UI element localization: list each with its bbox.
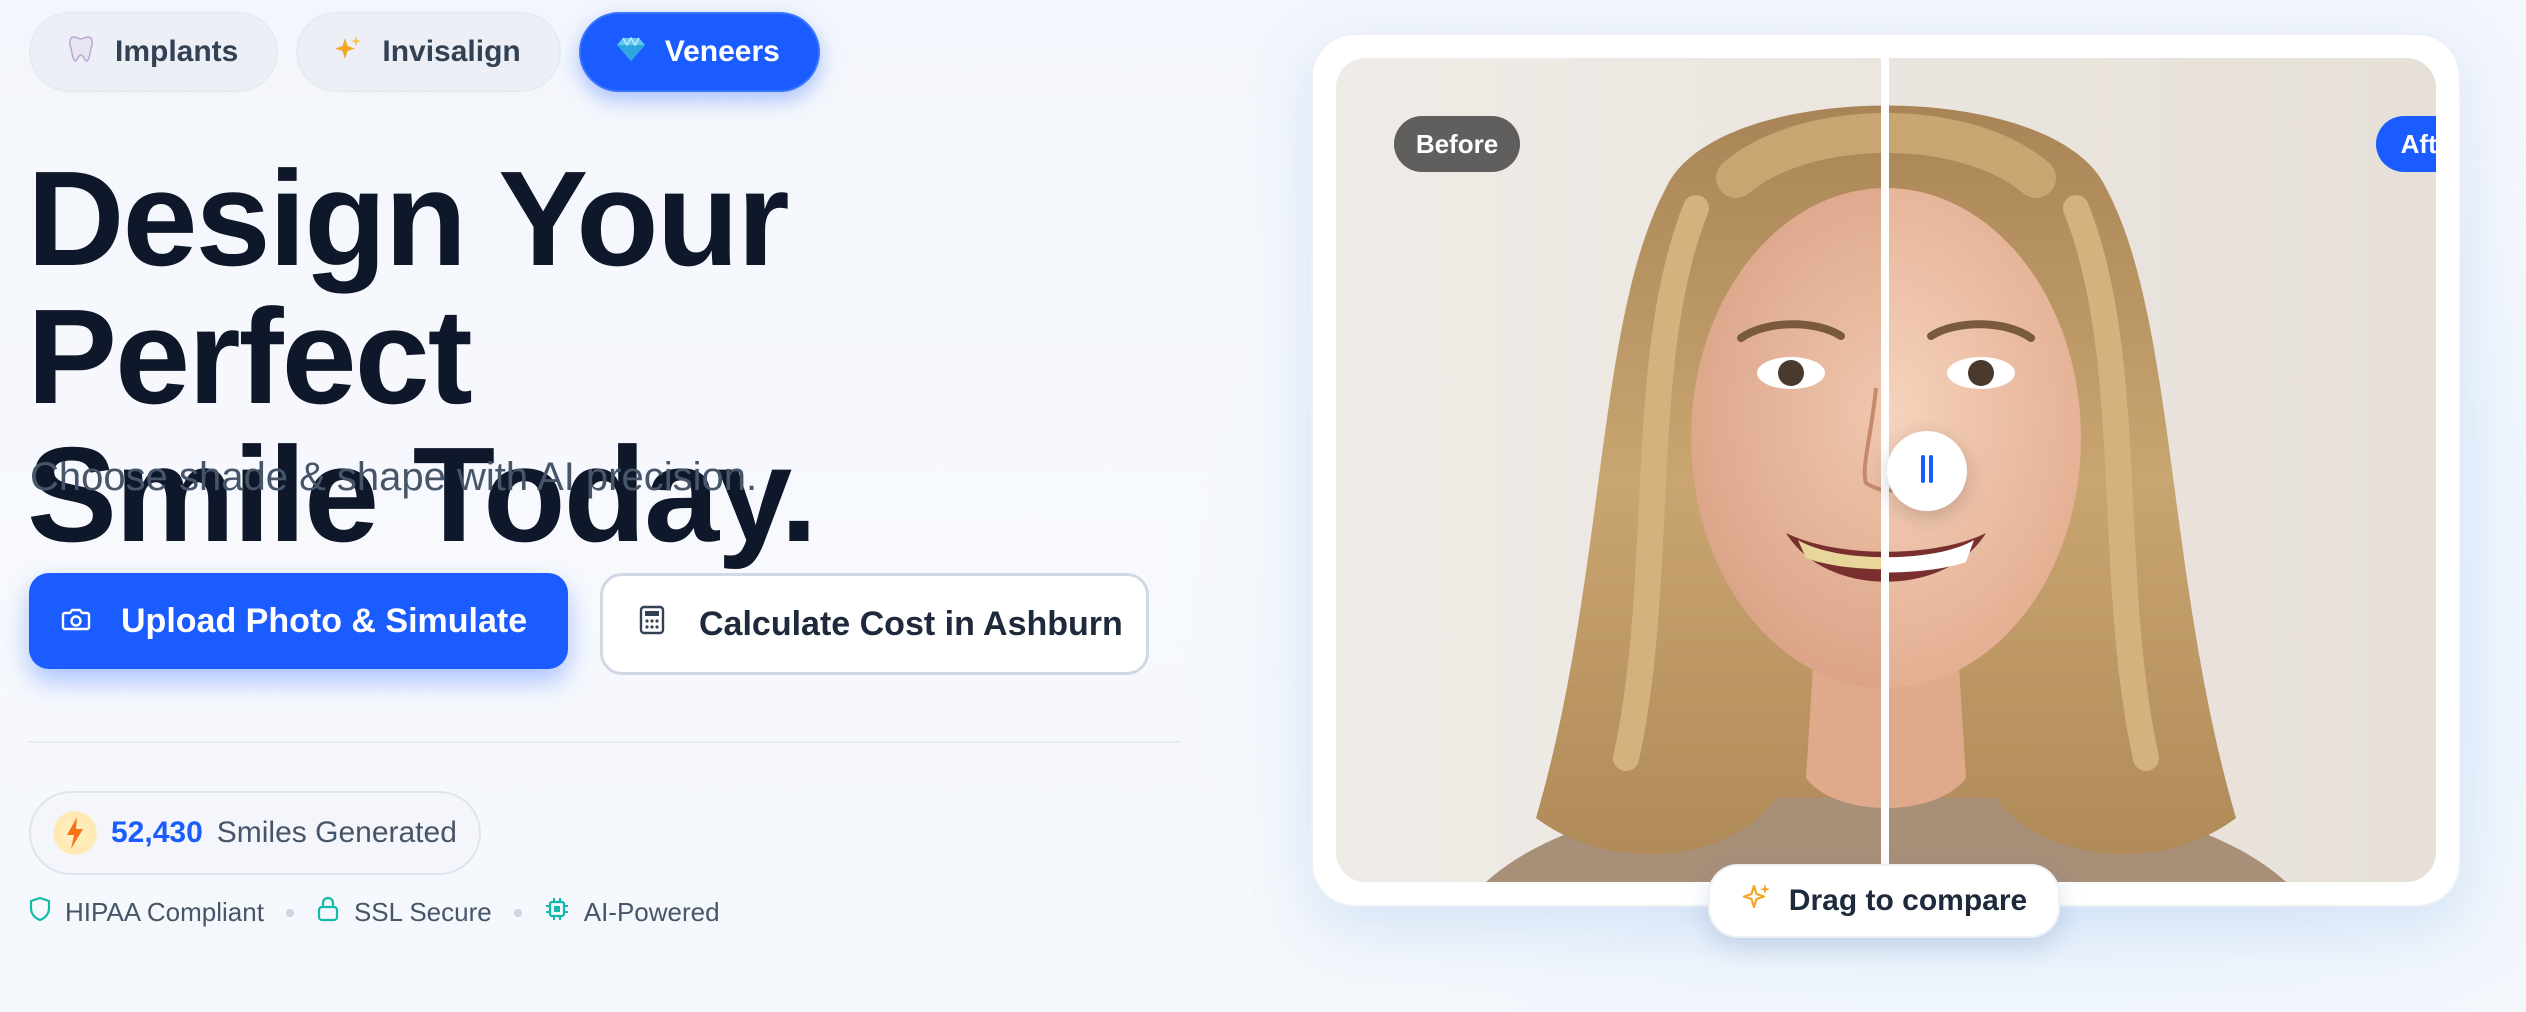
before-label: Before xyxy=(1394,116,1520,172)
trust-badges: HIPAA Compliant SSL Secure AI-Powered xyxy=(29,896,720,929)
divider xyxy=(29,741,1181,743)
subheadline: Choose shade & shape with AI precision. xyxy=(30,455,758,499)
tab-label: Invisalign xyxy=(382,35,521,68)
upload-photo-button[interactable]: Upload Photo & Simulate xyxy=(29,573,568,669)
shield-icon xyxy=(29,896,51,929)
after-label: After xyxy=(2376,116,2436,172)
trust-label: SSL Secure xyxy=(353,897,492,927)
drag-to-compare-hint: Drag to compare xyxy=(1708,864,2060,938)
bolt-icon xyxy=(53,811,97,855)
tab-veneers[interactable]: Veneers xyxy=(578,12,820,92)
tooth-icon xyxy=(65,35,97,70)
comparison-photo[interactable]: Before After xyxy=(1336,58,2436,882)
before-after-card: Before After xyxy=(1311,33,2461,907)
tab-implants[interactable]: Implants xyxy=(29,12,279,92)
tab-invisalign[interactable]: Invisalign xyxy=(296,12,561,92)
tab-label: Implants xyxy=(115,35,239,68)
drag-hint-label: Drag to compare xyxy=(1788,884,2028,917)
smiles-count: 52,430 xyxy=(111,816,203,849)
calculator-icon xyxy=(639,605,665,644)
trust-ai: AI-Powered xyxy=(544,896,720,929)
page-title: Design Your Perfect Smile Today. xyxy=(27,150,1227,564)
portrait-illustration xyxy=(1336,58,2436,882)
calculate-cost-button[interactable]: Calculate Cost in Ashburn xyxy=(600,573,1149,675)
sparkles-icon xyxy=(332,34,364,71)
separator-dot xyxy=(513,908,522,917)
trust-hipaa: HIPAA Compliant xyxy=(29,896,264,929)
trust-ssl: SSL Secure xyxy=(316,896,492,929)
upload-photo-label: Upload Photo & Simulate xyxy=(121,601,528,640)
lock-icon xyxy=(316,896,340,929)
smiles-generated-badge: 52,430 Smiles Generated xyxy=(29,791,481,875)
trust-label: HIPAA Compliant xyxy=(65,897,264,927)
drag-handle-icon xyxy=(1918,453,1936,490)
separator-dot xyxy=(285,908,294,917)
compare-slider-handle[interactable] xyxy=(1887,431,1967,511)
tab-label: Veneers xyxy=(664,35,780,68)
sparkles-icon xyxy=(1741,881,1773,921)
smiles-label: Smiles Generated xyxy=(216,816,457,849)
trust-label: AI-Powered xyxy=(583,897,720,927)
calculate-cost-label: Calculate Cost in Ashburn xyxy=(699,604,1123,643)
gem-icon xyxy=(615,35,647,69)
headline-line-1: Design Your Perfect xyxy=(27,143,790,432)
chip-icon xyxy=(544,896,570,929)
camera-icon xyxy=(61,602,91,641)
treatment-tabs: Implants Invisalign Veneers xyxy=(29,12,820,92)
